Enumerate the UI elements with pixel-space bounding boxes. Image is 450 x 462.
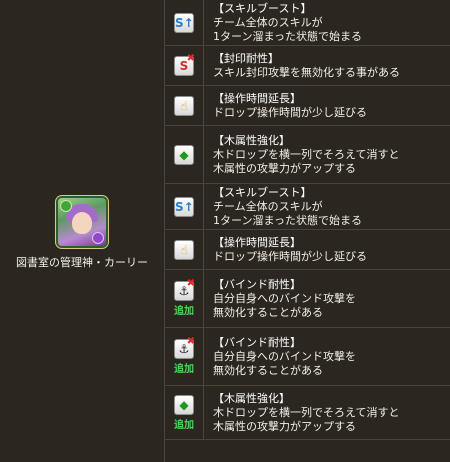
awakening-description-line: 木属性の攻撃力がアップする xyxy=(213,419,356,433)
awakening-icon-cell: ⚓ ✖ 追加 xyxy=(165,328,204,385)
bind-resist-icon[interactable]: ⚓ ✖ xyxy=(174,335,195,359)
awakening-description-line: 無効化することがある xyxy=(213,305,323,319)
awakening-text: 【封印耐性】 スキル封印攻撃を無効化する事がある xyxy=(204,46,400,85)
wood-row-icon[interactable]: ◆ xyxy=(174,394,194,415)
awakening-description-line: ドロップ操作時間が少し延びる xyxy=(213,249,367,263)
awakening-icon-cell: ⚓ ✖ 追加 xyxy=(165,270,204,327)
awakening-icon-cell: S↑ xyxy=(165,184,204,229)
character-portrait[interactable] xyxy=(58,198,106,246)
awakening-title: 【操作時間延長】 xyxy=(213,91,301,105)
awakening-description-line: 木ドロップを横一列でそろえて消すと xyxy=(213,405,400,419)
awakening-row: S↑ 【スキルブースト】 チーム全体のスキルが 1ターン溜まった状態で始まる xyxy=(165,0,450,46)
awakening-row: ☝ 【操作時間延長】 ドロップ操作時間が少し延びる xyxy=(165,86,450,126)
awakening-description-line: スキル封印攻撃を無効化する事がある xyxy=(213,65,400,79)
icon-glyph: S↑ xyxy=(175,15,194,30)
awakening-icon-cell: S ✖ xyxy=(165,46,204,85)
awakening-text: 【スキルブースト】 チーム全体のスキルが 1ターン溜まった状態で始まる xyxy=(204,0,362,45)
awakening-description-line: チーム全体のスキルが xyxy=(213,15,323,29)
awakening-icon-cell: ◆ 追加 xyxy=(165,386,204,439)
awakening-title: 【木属性強化】 xyxy=(213,391,290,405)
awakening-row: ⚓ ✖ 追加 【バインド耐性】 自分自身へのバインド攻撃を 無効化することがある xyxy=(165,328,450,386)
awakening-description-line: 自分自身へのバインド攻撃を xyxy=(213,349,356,363)
skill-boost-icon[interactable]: S↑ xyxy=(174,12,194,33)
awakening-icon-cell: ◆ xyxy=(165,126,204,183)
awakening-description-line: 1ターン溜まった状態で始まる xyxy=(213,213,363,227)
cancel-mark-icon: ✖ xyxy=(186,277,195,289)
icon-glyph: ◆ xyxy=(179,147,189,162)
awakening-row: S ✖ 【封印耐性】 スキル封印攻撃を無効化する事がある xyxy=(165,46,450,86)
awakening-description-line: 木属性の攻撃力がアップする xyxy=(213,161,356,175)
awakening-list: S↑ 【スキルブースト】 チーム全体のスキルが 1ターン溜まった状態で始まる S ✖ 【封印… xyxy=(165,0,450,462)
skill-boost-icon[interactable]: S↑ xyxy=(174,196,194,217)
awakening-description-line: 無効化することがある xyxy=(213,363,323,377)
awakening-table: 図書室の管理神・カーリー S↑ 【スキルブースト】 チーム全体のスキルが 1ターン溜ま… xyxy=(0,0,450,462)
time-extend-icon[interactable]: ☝ xyxy=(174,239,194,260)
awakening-text: 【バインド耐性】 自分自身へのバインド攻撃を 無効化することがある xyxy=(204,270,356,327)
added-label: 追加 xyxy=(174,305,194,317)
character-cell: 図書室の管理神・カーリー xyxy=(0,0,165,462)
awakening-title: 【操作時間延長】 xyxy=(213,235,301,249)
awakening-description-line: 自分自身へのバインド攻撃を xyxy=(213,291,356,305)
awakening-description-line: 木ドロップを横一列でそろえて消すと xyxy=(213,147,400,161)
wood-row-icon[interactable]: ◆ xyxy=(174,144,194,165)
awakening-icon-cell: S↑ xyxy=(165,0,204,45)
awakening-icon-cell: ☝ xyxy=(165,230,204,269)
icon-glyph: S↑ xyxy=(175,199,194,214)
awakening-title: 【封印耐性】 xyxy=(213,51,279,65)
added-label: 追加 xyxy=(174,419,194,431)
awakening-title: 【バインド耐性】 xyxy=(213,335,301,349)
awakening-row: ◆ 追加 【木属性強化】 木ドロップを横一列でそろえて消すと 木属性の攻撃力がアップする xyxy=(165,386,450,440)
awakening-title: 【スキルブースト】 xyxy=(213,185,312,199)
cancel-mark-icon: ✖ xyxy=(186,52,195,64)
portrait-face xyxy=(72,212,92,234)
icon-glyph: ☝ xyxy=(180,98,188,113)
awakening-title: 【スキルブースト】 xyxy=(213,1,312,15)
character-name: 図書室の管理神・カーリー xyxy=(16,256,148,269)
awakening-text: 【木属性強化】 木ドロップを横一列でそろえて消すと 木属性の攻撃力がアップする xyxy=(204,126,399,183)
icon-glyph: ☝ xyxy=(180,242,188,257)
awakening-row: ◆ 【木属性強化】 木ドロップを横一列でそろえて消すと 木属性の攻撃力がアップする xyxy=(165,126,450,184)
awakening-text: 【操作時間延長】 ドロップ操作時間が少し延びる xyxy=(204,230,367,269)
awakening-text: 【バインド耐性】 自分自身へのバインド攻撃を 無効化することがある xyxy=(204,328,356,385)
awakening-row: ⚓ ✖ 追加 【バインド耐性】 自分自身へのバインド攻撃を 無効化することがある xyxy=(165,270,450,328)
seal-resist-icon[interactable]: S ✖ xyxy=(174,52,195,76)
awakening-text: 【木属性強化】 木ドロップを横一列でそろえて消すと 木属性の攻撃力がアップする xyxy=(204,386,399,439)
wood-attribute-icon xyxy=(60,200,72,212)
added-label: 追加 xyxy=(174,363,194,375)
awakening-row: S↑ 【スキルブースト】 チーム全体のスキルが 1ターン溜まった状態で始まる xyxy=(165,184,450,230)
icon-glyph: ◆ xyxy=(179,397,189,412)
dark-attribute-icon xyxy=(92,232,104,244)
awakening-description-line: チーム全体のスキルが xyxy=(213,199,323,213)
awakening-description-line: ドロップ操作時間が少し延びる xyxy=(213,105,367,119)
awakening-icon-cell: ☝ xyxy=(165,86,204,125)
awakening-title: 【木属性強化】 xyxy=(213,133,290,147)
cancel-mark-icon: ✖ xyxy=(186,335,195,347)
awakening-title: 【バインド耐性】 xyxy=(213,277,301,291)
awakening-text: 【操作時間延長】 ドロップ操作時間が少し延びる xyxy=(204,86,367,125)
awakening-row: ☝ 【操作時間延長】 ドロップ操作時間が少し延びる xyxy=(165,230,450,270)
bind-resist-icon[interactable]: ⚓ ✖ xyxy=(174,277,195,301)
awakening-description-line: 1ターン溜まった状態で始まる xyxy=(213,29,363,43)
time-extend-icon[interactable]: ☝ xyxy=(174,95,194,116)
awakening-text: 【スキルブースト】 チーム全体のスキルが 1ターン溜まった状態で始まる xyxy=(204,184,362,229)
